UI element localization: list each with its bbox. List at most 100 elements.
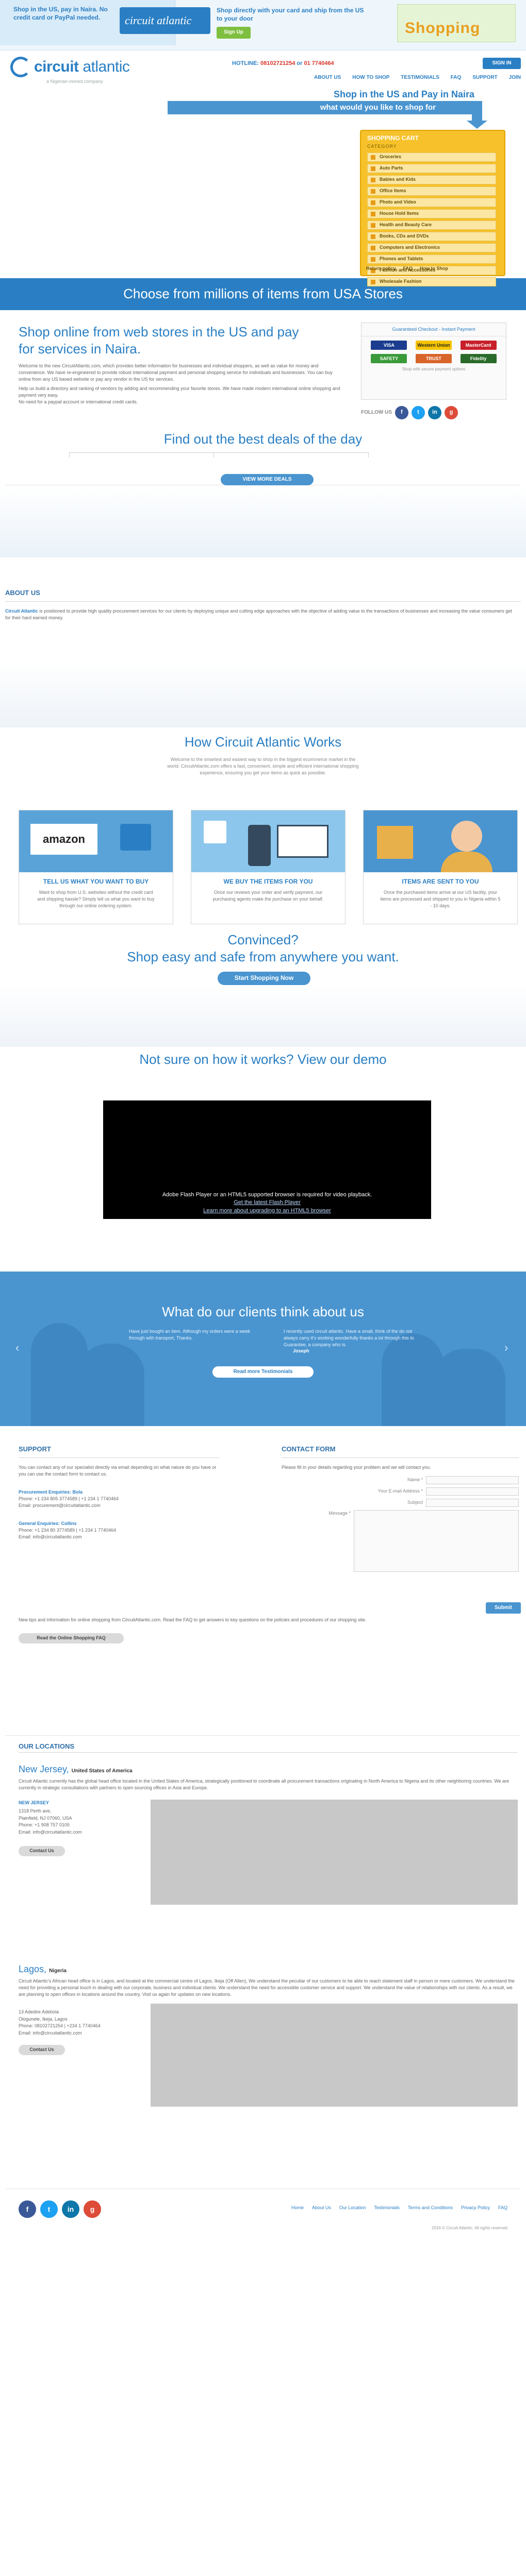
footer-link-faq[interactable]: FAQ [498,2205,507,2211]
nav-testimonials[interactable]: TESTIMONIALS [401,74,439,82]
category-item[interactable]: Office Items [367,187,496,196]
banner-promo-right[interactable]: Shopping [397,4,516,42]
banner-promo-left[interactable]: Shop in the US, pay in Naira. No credit … [0,0,210,45]
how-title: How Circuit Atlantic Works [184,734,342,750]
nav-about[interactable]: ABOUT US [314,74,341,82]
get-flash-link[interactable]: Get the latest Flash Player [234,1199,301,1206]
category-item[interactable]: Photo and Video [367,198,496,207]
lagos-address-line: 13 Adedire Adebola [19,2009,59,2014]
lagos-contact-button[interactable]: Contact Us [19,2045,65,2055]
linkedin-icon[interactable]: in [428,406,441,419]
nj-email[interactable]: Email: info@circuitatlantic.com [19,1829,132,1836]
category-item[interactable]: Health and Beauty Care [367,221,496,230]
silhouette-decor [433,1349,505,1426]
category-bullet-icon [371,211,375,216]
category-item[interactable]: Babies and Kids [367,175,496,184]
nav-how-to-shop[interactable]: HOW TO SHOP [352,74,389,82]
footer-link-location[interactable]: Our Location [339,2205,366,2211]
cart-faq-link[interactable]: FAQ [403,265,413,272]
nav-support[interactable]: SUPPORT [472,74,497,82]
category-label: Auto Parts [380,165,403,171]
category-item[interactable]: Computers and Electronics [367,243,496,252]
nj-address-line: Plainfield, NJ 07060, USA [19,1815,72,1821]
western-union-logo: Western Union [415,341,452,350]
shopping-cart-panel: SHOPPING CART CATEGORY Groceries Auto Pa… [360,130,505,286]
category-bullet-icon [371,200,375,205]
cart-footer-links: Return policy FAQ How to Shop [366,265,448,272]
video-required-text: Adobe Flash Player or an HTML5 supported… [162,1192,372,1198]
footer-link-about[interactable]: About Us [312,2205,331,2211]
cart-title: SHOPPING CART [367,134,419,142]
prev-arrow-icon[interactable]: ‹ [15,1340,19,1356]
box-icon [377,826,413,859]
name-input[interactable] [426,1476,519,1484]
nj-map[interactable] [151,1800,518,1905]
footer-link-testimonials[interactable]: Testimonials [374,2205,400,2211]
hero-bar: what would you like to shop for [168,101,482,114]
form-row-email: Your E-mail Address * [282,1487,519,1496]
upgrade-html5-link[interactable]: Learn more about upgrading to an HTML5 b… [203,1208,331,1214]
footer-link-terms[interactable]: Terms and Conditions [408,2205,453,2211]
top-banner[interactable]: Shop in the US, pay in Naira. No credit … [0,0,526,50]
read-more-testimonials-button[interactable]: Read more Testimonials [212,1366,314,1378]
nj-country: United States of America [71,1768,133,1774]
about-text: Circuit Atlantic is positioned to provid… [5,608,516,621]
message-textarea[interactable] [354,1510,519,1572]
lagos-phone: Phone: 08102721254 | +234 1 7740464 [19,2023,101,2028]
fidelity-logo: Fidelity [460,354,497,364]
testimonial-quote-2: I recently used circuit atlantic. Have a… [284,1329,414,1348]
cart-return-policy-link[interactable]: Return policy [366,265,396,272]
logo-mark-icon [10,56,31,77]
general-label-text: General Enquiries: [19,1521,60,1527]
category-item[interactable]: Groceries [367,152,496,162]
site-logo[interactable]: circuit atlantic [10,56,130,78]
nj-contact-button[interactable]: Contact Us [19,1846,65,1856]
lagos-email[interactable]: Email: info@circuitatlantic.com [19,2030,132,2037]
google-plus-icon[interactable]: g [84,2200,101,2218]
email-input[interactable] [426,1487,519,1496]
banner-signup-button[interactable]: Sign Up [217,27,251,39]
general-email[interactable]: Email: info@circuitatlantic.com [19,1534,220,1540]
footer-link-home[interactable]: Home [291,2205,304,2211]
logo-sub: atlantic [83,58,130,75]
category-bullet-icon [371,177,375,182]
google-plus-icon[interactable]: g [445,406,458,419]
nav-join[interactable]: JOIN [509,74,521,82]
follow-us: FOLLOW US f t in g [361,406,458,419]
locations-section: OUR LOCATIONS New Jersey, United States … [5,1735,521,2189]
category-item[interactable]: Auto Parts [367,164,496,173]
submit-button[interactable]: Submit [486,1602,521,1614]
procurement-label-text: Procurement Enquiries: [19,1489,72,1495]
nj-city: New Jersey, [19,1764,69,1774]
facebook-icon[interactable]: f [395,406,408,419]
subject-input[interactable] [426,1498,519,1507]
banner-promo-mid: Shop directly with your card and ship fr… [217,6,371,39]
demo-video-player[interactable]: Adobe Flash Player or an HTML5 supported… [103,1100,431,1219]
category-item[interactable]: Wholesale Fashion [367,277,496,286]
card-text: Want to shop from U.S. websites without … [37,890,155,909]
next-arrow-icon[interactable]: › [504,1340,508,1356]
payment-box-title: Guaranteed Checkout - Instant Payment [361,323,506,337]
lagos-address-line: Ologunele, Ikeja, Lagos [19,2016,68,2022]
cart-how-to-shop-link[interactable]: How to Shop [420,265,448,272]
category-bullet-icon [371,155,375,160]
view-more-deals-button[interactable]: VIEW MORE DEALS [221,474,314,485]
nav-faq[interactable]: FAQ [451,74,462,82]
category-item[interactable]: House Hold Items [367,209,496,218]
procurement-email[interactable]: Email: procurement@circuitatlantic.com [19,1502,220,1509]
payment-note: Shop with secure payment options [402,367,466,372]
lagos-map[interactable] [151,2004,518,2107]
facebook-icon[interactable]: f [19,2200,36,2218]
signin-button[interactable]: SIGN IN [483,58,521,69]
category-label: Health and Beauty Care [380,222,432,228]
category-item[interactable]: Phones and Tablets [367,255,496,264]
read-faq-button[interactable]: Read the Online Shopping FAQ [19,1633,124,1643]
footer-link-privacy[interactable]: Privacy Policy [461,2205,490,2211]
linkedin-icon[interactable]: in [62,2200,79,2218]
twitter-icon[interactable]: t [412,406,425,419]
twitter-icon[interactable]: t [40,2200,58,2218]
start-shopping-button[interactable]: Start Shopping Now [218,972,310,985]
choose-title: Choose from millions of items from USA S… [123,286,403,302]
nj-address: 1318 Perth ave, Plainfield, NJ 07060, US… [19,1808,132,1836]
category-item[interactable]: Books, CDs and DVDs [367,232,496,241]
